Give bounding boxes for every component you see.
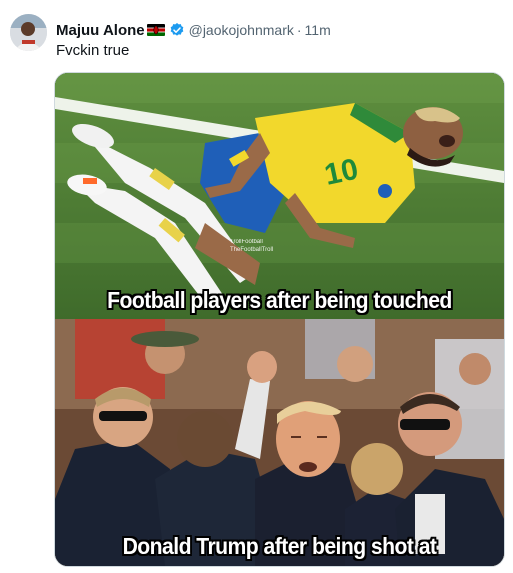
tweet[interactable]: Majuu Alone @jaokojohnmark · 11m Fvckin … [0, 0, 513, 573]
meme-bottom-caption: Donald Trump after being shot at [122, 533, 437, 559]
meme-top-panel: 10 TrollFootball TheFootballTroll Footba… [55, 73, 504, 319]
tweet-text: Fvckin true [56, 42, 130, 59]
watermark-line-1: TrollFootball [230, 239, 263, 245]
display-name[interactable]: Majuu Alone [56, 22, 145, 39]
meme-bottom-panel: Donald Trump after being shot at [55, 319, 504, 566]
tweet-timestamp[interactable]: 11m [305, 22, 331, 38]
meme-top-caption: Football players after being touched [107, 287, 452, 313]
tweet-media-image[interactable]: 10 TrollFootball TheFootballTroll Footba… [54, 72, 505, 567]
tweet-author-line: Majuu Alone @jaokojohnmark · 11m [56, 20, 331, 40]
watermark-line-2: TheFootballTroll [230, 247, 274, 253]
avatar[interactable] [10, 14, 47, 51]
avatar-icon [10, 14, 47, 51]
verified-badge-icon [169, 22, 185, 38]
svg-text:10: 10 [322, 153, 362, 192]
football-player-illustration: 10 [55, 73, 504, 319]
kenya-flag-icon [146, 24, 165, 36]
crowd-scene-illustration [55, 319, 504, 566]
user-handle[interactable]: @jaokojohnmark [189, 22, 294, 38]
separator-dot: · [296, 22, 302, 38]
watermark: TrollFootball TheFootballTroll [230, 238, 273, 254]
